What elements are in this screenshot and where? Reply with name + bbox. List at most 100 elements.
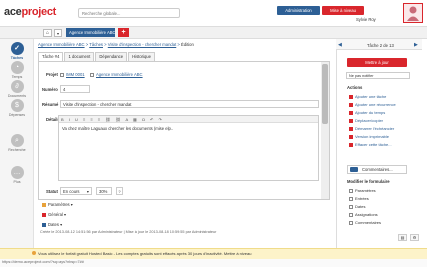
section-parameters[interactable]: Paramètres ▾ bbox=[42, 202, 73, 207]
warning-icon bbox=[32, 251, 36, 255]
notify-select[interactable]: Ne pas notifier bbox=[346, 72, 410, 79]
breadcrumb-project-link[interactable]: Agence Immobilière ABC bbox=[38, 42, 85, 47]
chevron-left-icon: ◀ bbox=[338, 42, 342, 48]
breadcrumb-tasks-link[interactable]: Tâches bbox=[89, 42, 103, 47]
chevron-right-icon: ▶ bbox=[414, 42, 418, 48]
project-nav-bar bbox=[0, 27, 427, 39]
notice-text: Vous utilisez le forfait gratuit Hosted … bbox=[38, 251, 252, 256]
comment-icon bbox=[350, 167, 358, 172]
section-label: Général ▾ bbox=[48, 212, 67, 217]
created-info: Créée le 2013-08-12 14:51:56 par Adminis… bbox=[40, 230, 217, 234]
breadcrumb-task-link[interactable]: Visite d'inspection - chercher mandat bbox=[108, 42, 176, 47]
upgrade-button[interactable]: Mise à niveau bbox=[322, 6, 364, 15]
aceproject-logo[interactable]: aceproject bbox=[4, 6, 56, 18]
details-text[interactable]: Va chez maître Laguaux chercher les docu… bbox=[62, 126, 173, 131]
progress-select[interactable]: 30% bbox=[96, 187, 112, 195]
avatar[interactable] bbox=[403, 3, 423, 23]
paperclip-icon: ∂ bbox=[10, 80, 24, 93]
project-icon bbox=[60, 73, 64, 77]
action-label: Ajouter une tâche bbox=[355, 94, 387, 99]
section-label: Dates ▾ bbox=[48, 222, 63, 227]
modify-entries[interactable]: Entrées bbox=[349, 196, 369, 201]
sidebar-item-documents[interactable]: ∂ Documents bbox=[0, 80, 34, 98]
add-project-tab-button[interactable]: + bbox=[118, 28, 129, 37]
project-code-link[interactable]: IMM 0001 bbox=[60, 72, 85, 77]
more-icon: … bbox=[10, 166, 24, 179]
details-editor[interactable]: B I U ≡ ≡ ≡ ⛓ ⛓ A ▦ Ω ↶ ↷ Va chez maître… bbox=[58, 115, 319, 181]
search-icon: ⌕ bbox=[10, 134, 24, 147]
action-label: Déplacer/copier bbox=[355, 118, 384, 123]
action-move-copy[interactable]: Déplacer/copier bbox=[349, 118, 383, 123]
checkbox-icon bbox=[349, 213, 353, 217]
status-url: https://demo.aceproject.com/?sq=ays?nbsp… bbox=[2, 260, 84, 264]
print-icon: ▤ bbox=[400, 235, 405, 240]
user-avatar-icon bbox=[407, 6, 419, 21]
tab-dependency[interactable]: Dépendance bbox=[95, 52, 128, 61]
modify-label: Commentaires bbox=[355, 220, 382, 225]
modify-parameters[interactable]: Paramètres bbox=[349, 188, 376, 193]
progress-help-icon[interactable]: ? bbox=[116, 187, 123, 195]
modify-assignments[interactable]: Assignations bbox=[349, 212, 378, 217]
nav-dropdown-button[interactable]: ▾ bbox=[54, 29, 62, 37]
sidebar-item-search[interactable]: ⌕ Recherche bbox=[0, 134, 34, 152]
modify-label: Entrées bbox=[355, 196, 369, 201]
project-tab[interactable]: Agence Immobilière ABC bbox=[66, 28, 115, 37]
delete-icon bbox=[349, 143, 353, 147]
previous-task-button[interactable]: ◀ bbox=[338, 42, 342, 48]
action-add-recurrence[interactable]: Ajouter une récurrence bbox=[349, 102, 396, 107]
actions-title: Actions bbox=[347, 85, 363, 90]
home-button[interactable]: ⌂ bbox=[43, 29, 52, 37]
action-label: Ajouter du temps bbox=[355, 110, 386, 115]
next-task-button[interactable]: ▶ bbox=[414, 42, 418, 48]
section-general[interactable]: Général ▾ bbox=[42, 212, 66, 217]
comments-label: Commentaires... bbox=[362, 167, 393, 172]
clock-icon bbox=[349, 111, 353, 115]
tab-history[interactable]: Historique bbox=[128, 52, 155, 61]
sidebar-item-tasks[interactable]: ✓ Tâches bbox=[0, 42, 34, 60]
administration-button[interactable]: Administration bbox=[277, 6, 320, 15]
section-dates[interactable]: Dates ▾ bbox=[42, 222, 62, 227]
form-scrollbar-thumb[interactable] bbox=[322, 64, 328, 124]
update-button[interactable]: Mettre à jour bbox=[347, 58, 407, 67]
general-icon bbox=[42, 213, 46, 217]
checkbox-icon bbox=[349, 197, 353, 201]
sidebar-item-label: Documents bbox=[7, 94, 27, 98]
breadcrumb-current: Édition bbox=[181, 42, 194, 47]
tab-task[interactable]: Tâche #4 bbox=[38, 52, 64, 61]
project-code: IMM 0001 bbox=[66, 72, 85, 77]
project-icon bbox=[90, 73, 94, 77]
action-delete-task[interactable]: Effacer cette tâche... bbox=[349, 142, 392, 147]
action-start-timer[interactable]: Démarrer l'échéancier bbox=[349, 126, 394, 131]
action-print[interactable]: Version imprimable bbox=[349, 134, 389, 139]
action-add-task[interactable]: Ajouter une tâche bbox=[349, 94, 386, 99]
print-button[interactable]: ▤ bbox=[398, 234, 407, 241]
sidebar-item-more[interactable]: … Plus bbox=[0, 166, 34, 184]
check-icon: ✓ bbox=[10, 42, 24, 55]
summary-label: Résumé bbox=[42, 102, 59, 107]
global-search-input[interactable] bbox=[78, 8, 180, 18]
project-label: Projet bbox=[46, 72, 58, 77]
checkbox-icon bbox=[349, 221, 353, 225]
checkbox-icon bbox=[349, 189, 353, 193]
action-label: Version imprimable bbox=[355, 134, 390, 139]
modify-form-title: Modifier le formulaire bbox=[347, 179, 390, 184]
modify-label: Assignations bbox=[355, 212, 378, 217]
home-icon: ⌂ bbox=[45, 30, 50, 36]
modify-comments[interactable]: Commentaires bbox=[349, 220, 381, 225]
sidebar-item-expenses[interactable]: $ Dépenses bbox=[0, 99, 34, 117]
tab-documents[interactable]: 1 document bbox=[64, 52, 95, 61]
user-name[interactable]: Sylvie Roy bbox=[356, 17, 376, 22]
project-name-link[interactable]: Agence Immobilière ABC bbox=[90, 72, 143, 77]
action-add-time[interactable]: Ajouter du temps bbox=[349, 110, 385, 115]
status-select[interactable]: En cours ▾ bbox=[60, 187, 92, 195]
editor-toolbar[interactable]: B I U ≡ ≡ ≡ ⛓ ⛓ A ▦ Ω ↶ ↷ bbox=[59, 116, 318, 123]
recurrence-icon bbox=[349, 103, 353, 107]
sidebar-item-time[interactable]: ◔ Temps bbox=[0, 61, 34, 79]
modify-dates[interactable]: Dates bbox=[349, 204, 365, 209]
chevron-down-icon: ▾ bbox=[56, 31, 59, 36]
print-icon bbox=[349, 135, 353, 139]
progress-value: 30% bbox=[99, 189, 108, 194]
number-field[interactable]: 4 bbox=[60, 85, 90, 93]
summary-field[interactable]: Visite d'inspection - chercher mandat bbox=[60, 100, 319, 108]
settings-button[interactable]: ⚙ bbox=[410, 234, 419, 241]
